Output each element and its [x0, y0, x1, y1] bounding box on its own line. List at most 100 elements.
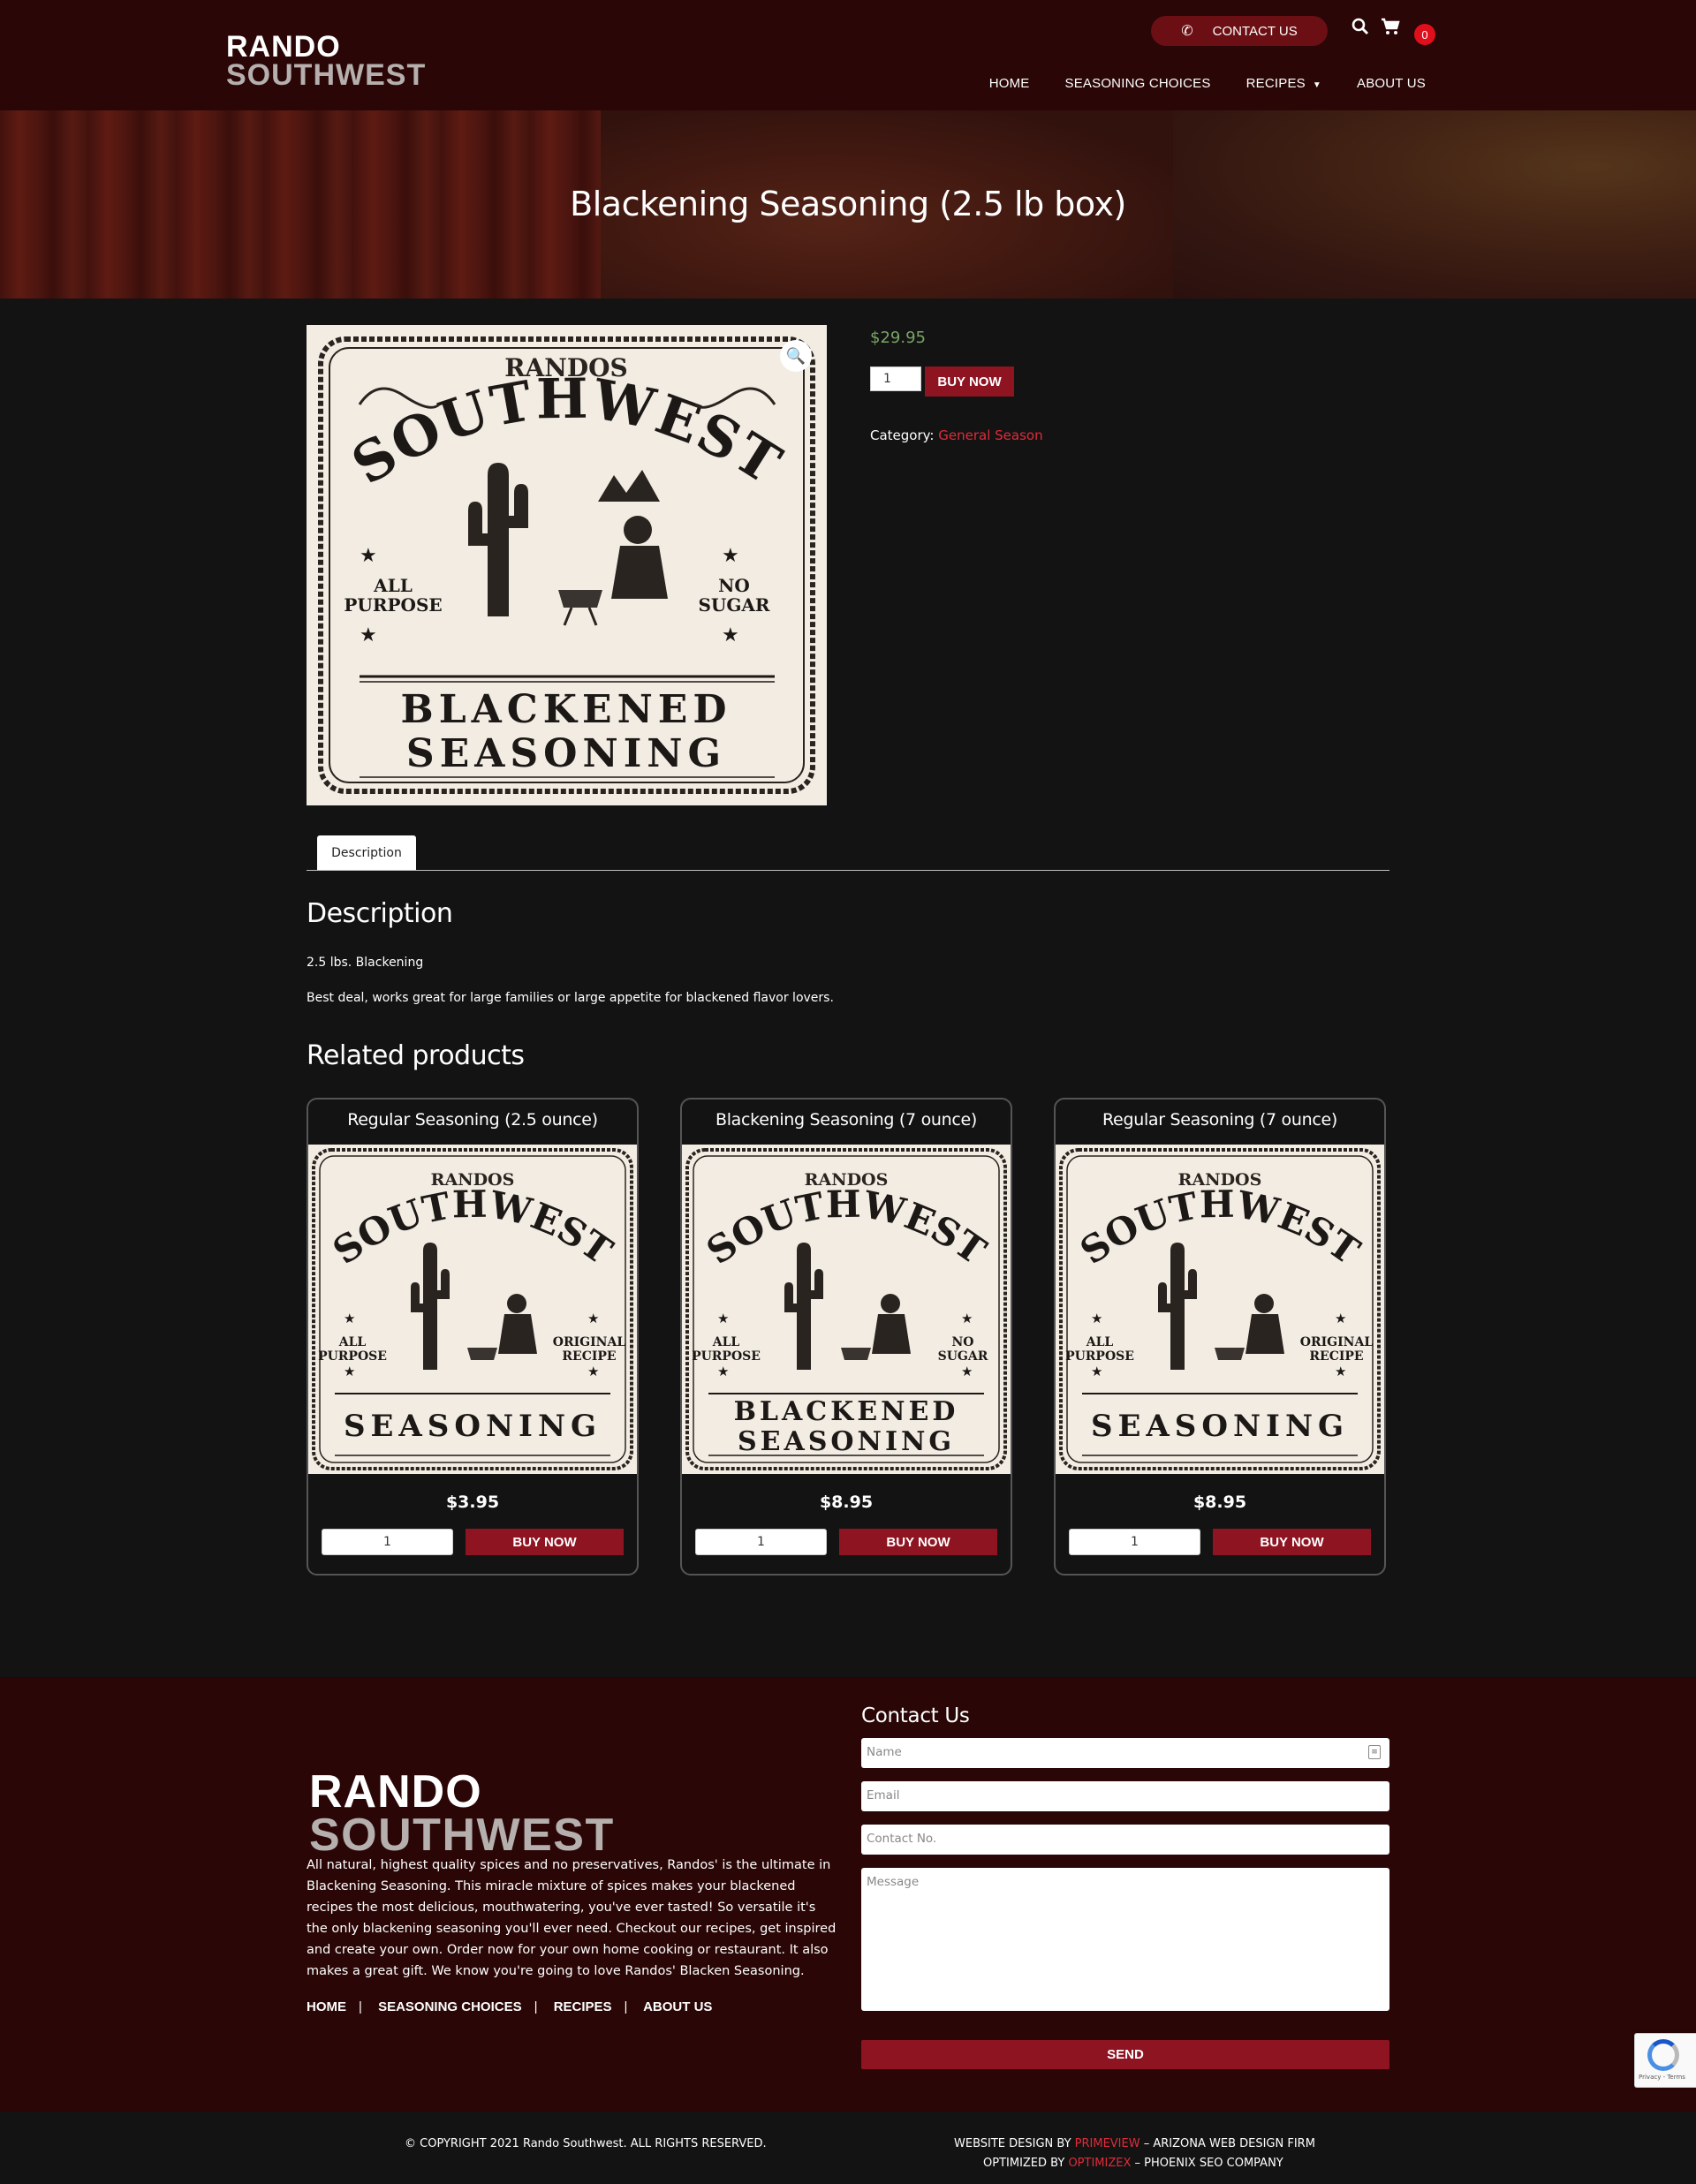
related-product-image[interactable]: RANDOS SOUTHWEST ★ ★ ★ ★ ALL PURPOSE NO SUGAR BLAC…	[682, 1145, 1011, 1474]
nav-seasoning-choices[interactable]: SEASONING CHOICES	[1065, 76, 1211, 91]
send-button[interactable]: SEND	[861, 2040, 1389, 2069]
svg-text:SOUTHWEST: SOUTHWEST	[1072, 1183, 1367, 1273]
related-quantity-input[interactable]: 1	[322, 1529, 453, 1555]
site-footer	[0, 1677, 1696, 2112]
seasoning-label-art: RANDOSSOUTHWEST★ ★★ ★ALLPURPOSEORIGINALREC…	[1059, 1148, 1381, 1470]
related-product-card[interactable]: Regular Seasoning (7 ounce) RANDOS SOUTHWE…	[1054, 1098, 1386, 1576]
related-product-image[interactable]: RANDOS SOUTHWEST ★ ★ ★ ★ ALL PURPOSE ORIGINAL REC…	[308, 1145, 637, 1474]
related-quantity-input[interactable]: 1	[1069, 1529, 1200, 1555]
related-product-card[interactable]: Regular Seasoning (2.5 ounce) RANDOS SOUTH…	[307, 1098, 639, 1576]
svg-text:★: ★	[717, 1311, 729, 1326]
related-product-title[interactable]: Blackening Seasoning (7 ounce)	[682, 1110, 1011, 1130]
nav-home[interactable]: HOME	[989, 76, 1030, 91]
seasoning-label-art: RANDOS SOUTHWEST ★ ★ ★ ★ ALL PURPOSE NO …	[318, 336, 815, 794]
label-right-2: SUGAR	[698, 594, 769, 616]
footer-nav: HOME | SEASONING CHOICES | RECIPES | ABOUT …	[307, 1999, 713, 2014]
seo-credit: OPTIMIZED BY OPTIMIZEX – PHOENIX SEO COM…	[983, 2157, 1283, 2170]
label-left-2: PURPOSE	[344, 594, 442, 616]
footer-logo-line1: RANDO	[309, 1766, 482, 1817]
nav-about-us[interactable]: ABOUT US	[1357, 76, 1426, 91]
message-field[interactable]: Message	[861, 1868, 1389, 2011]
related-product-image[interactable]: RANDOS SOUTHWEST ★ ★ ★ ★ ALL PURPOSE ORIGINAL REC…	[1056, 1145, 1384, 1474]
svg-text:★: ★	[722, 545, 739, 567]
related-product-title[interactable]: Regular Seasoning (7 ounce)	[1056, 1110, 1384, 1130]
label-bottom-2: SEASONING	[406, 731, 726, 776]
logo-line1: RANDO	[226, 30, 341, 64]
contact-number-field[interactable]: Contact No.	[861, 1825, 1389, 1855]
product-image[interactable]: RANDOS SOUTHWEST ★ ★ ★ ★ ALL PURPOSE NO …	[307, 325, 827, 805]
page-title: Blackening Seasoning (2.5 lb box)	[570, 185, 1126, 223]
phone-icon: ✆	[1181, 24, 1193, 39]
message-placeholder: Message	[867, 1875, 920, 1889]
primeview-link[interactable]: PRIMEVIEW	[1075, 2137, 1140, 2150]
buy-now-button[interactable]: BUY NOW	[925, 367, 1014, 397]
svg-text:PURPOSE: PURPOSE	[1065, 1349, 1134, 1364]
svg-text:★: ★	[587, 1311, 599, 1326]
tab-divider	[307, 870, 1389, 871]
email-field[interactable]: Email	[861, 1781, 1389, 1811]
related-product-title[interactable]: Regular Seasoning (2.5 ounce)	[308, 1110, 637, 1130]
related-product-card[interactable]: Blackening Seasoning (7 ounce) RANDOS SOUT…	[680, 1098, 1012, 1576]
autofill-icon[interactable]: ≡	[1368, 1745, 1381, 1759]
zoom-icon[interactable]: 🔍	[780, 340, 812, 372]
svg-text:SEASONING: SEASONING	[1091, 1409, 1349, 1444]
name-field[interactable]: Name ≡	[861, 1738, 1389, 1768]
footer-link-about-us[interactable]: ABOUT US	[643, 1999, 712, 2014]
svg-text:NO: NO	[952, 1335, 974, 1349]
related-buy-now-button[interactable]: BUY NOW	[1213, 1529, 1371, 1555]
label-arc-text: SOUTHWEST	[341, 367, 791, 497]
related-buy-now-button[interactable]: BUY NOW	[466, 1529, 624, 1555]
design-credit: WEBSITE DESIGN BY PRIMEVIEW – ARIZONA WE…	[954, 2137, 1315, 2150]
hero-banner: Blackening Seasoning (2.5 lb box)	[0, 110, 1696, 299]
site-logo[interactable]: RANDO SOUTHWEST	[226, 32, 426, 90]
svg-text:SOUTHWEST: SOUTHWEST	[699, 1183, 994, 1273]
contact-us-button[interactable]: ✆ CONTACT US	[1151, 16, 1328, 46]
copyright-bar: © COPYRIGHT 2021 Rando Southwest. ALL RI…	[0, 2112, 1696, 2184]
cart-icon[interactable]	[1381, 18, 1400, 41]
svg-text:SOUTHWEST: SOUTHWEST	[325, 1183, 620, 1273]
contact-us-label: CONTACT US	[1212, 23, 1298, 39]
footer-link-home[interactable]: HOME	[307, 1999, 346, 2014]
footer-about-text: All natural, highest quality spices and …	[307, 1858, 837, 1978]
seasoning-label-art: RANDOSSOUTHWEST★ ★★ ★ALLPURPOSEORIGINALREC…	[312, 1148, 633, 1470]
description-heading: Description	[307, 898, 453, 929]
search-icon[interactable]	[1352, 18, 1369, 41]
category-label: Category:	[870, 427, 935, 443]
svg-text:ALL: ALL	[1086, 1335, 1114, 1349]
seasoning-label-art: RANDOSSOUTHWEST★ ★★ ★ALLPURPOSENOSUGARBLAC…	[685, 1148, 1007, 1470]
name-placeholder: Name	[867, 1745, 902, 1759]
related-product-price: $8.95	[1192, 1493, 1247, 1512]
tab-description[interactable]: Description	[317, 835, 416, 871]
main-nav: HOME SEASONING CHOICES RECIPES ▼ ABOUT US	[954, 76, 1426, 91]
contact-number-placeholder: Contact No.	[867, 1832, 937, 1846]
recaptcha-links[interactable]: Privacy - Terms	[1639, 2074, 1685, 2081]
footer-link-seasoning-choices[interactable]: SEASONING CHOICES	[378, 1999, 522, 2014]
svg-text:★: ★	[360, 545, 377, 567]
description-text-1: 2.5 lbs. Blackening	[307, 956, 424, 970]
recaptcha-badge[interactable]: Privacy - Terms	[1634, 2033, 1696, 2088]
related-products-heading: Related products	[307, 1040, 525, 1071]
svg-text:RECIPE: RECIPE	[1309, 1349, 1363, 1364]
related-quantity-input[interactable]: 1	[695, 1529, 827, 1555]
svg-text:★: ★	[587, 1364, 599, 1379]
optimizex-link[interactable]: OPTIMIZEX	[1068, 2157, 1131, 2170]
contact-form-heading: Contact Us	[861, 1704, 970, 1727]
svg-text:ALL: ALL	[712, 1335, 740, 1349]
nav-recipes[interactable]: RECIPES ▼	[1246, 76, 1321, 91]
svg-text:★: ★	[722, 624, 739, 646]
svg-text:SEASONING: SEASONING	[344, 1409, 602, 1444]
label-right-1: NO	[718, 575, 750, 596]
cart-count-badge[interactable]: 0	[1414, 24, 1435, 45]
category-link[interactable]: General Season	[938, 427, 1042, 443]
product-category: Category: General Season	[870, 427, 1043, 443]
svg-text:SOUTHWEST: SOUTHWEST	[341, 367, 793, 497]
svg-text:SUGAR: SUGAR	[938, 1349, 988, 1364]
related-buy-now-button[interactable]: BUY NOW	[839, 1529, 997, 1555]
footer-logo[interactable]: RANDO SOUTHWEST	[309, 1766, 615, 1859]
footer-link-recipes[interactable]: RECIPES	[554, 1999, 612, 2014]
svg-text:★: ★	[961, 1311, 973, 1326]
svg-text:BLACKENED: BLACKENED	[734, 1396, 959, 1427]
quantity-input[interactable]: 1	[870, 367, 921, 391]
svg-text:★: ★	[1335, 1311, 1346, 1326]
description-text-2: Best deal, works great for large familie…	[307, 991, 834, 1005]
